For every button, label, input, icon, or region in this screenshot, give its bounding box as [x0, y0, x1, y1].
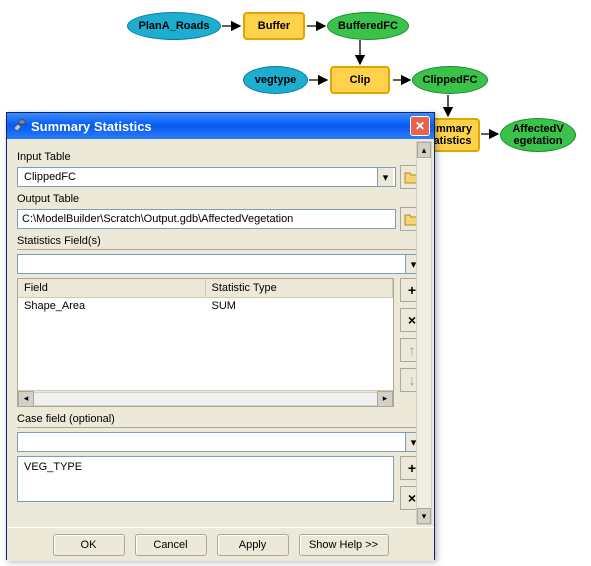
button-bar: OK Cancel Apply Show Help >> [7, 527, 434, 561]
tool-icon [11, 118, 27, 134]
arrow-down-icon: ↓ [409, 372, 416, 388]
scroll-down-icon[interactable]: ▾ [417, 508, 431, 524]
horizontal-scrollbar[interactable]: ◂ ▸ [18, 390, 393, 406]
case-field-list[interactable]: VEG_TYPE [17, 456, 394, 502]
stat-fields-label: Statistics Field(s) [17, 235, 424, 247]
output-table-label: Output Table [17, 193, 424, 205]
x-icon: × [408, 490, 416, 506]
table-row[interactable]: Shape_Area SUM [18, 298, 393, 316]
case-field-label: Case field (optional) [17, 413, 424, 425]
output-table-field[interactable]: C:\ModelBuilder\Scratch\Output.gdb\Affec… [17, 209, 396, 229]
vertical-scrollbar[interactable]: ▴ ▾ [416, 141, 432, 525]
summary-statistics-dialog: Summary Statistics ✕ Input Table Clipped… [6, 112, 435, 560]
apply-button[interactable]: Apply [217, 534, 289, 556]
scroll-left-icon[interactable]: ◂ [18, 391, 34, 407]
stat-fields-grid[interactable]: Field Statistic Type Shape_Area SUM ◂ ▸ [17, 278, 394, 407]
scroll-up-icon[interactable]: ▴ [417, 142, 431, 158]
node-bufferedfc[interactable]: BufferedFC [327, 12, 409, 40]
cancel-button[interactable]: Cancel [135, 534, 207, 556]
close-icon: ✕ [415, 119, 425, 133]
x-icon: × [408, 312, 416, 328]
grid-header-type[interactable]: Statistic Type [206, 279, 394, 297]
case-field-combo[interactable]: ▾ [17, 432, 424, 452]
show-help-button[interactable]: Show Help >> [299, 534, 389, 556]
arrow-up-icon: ↑ [409, 342, 416, 358]
scroll-right-icon[interactable]: ▸ [377, 391, 393, 407]
node-clippedfc[interactable]: ClippedFC [412, 66, 488, 94]
grid-header-field[interactable]: Field [18, 279, 206, 297]
list-item[interactable]: VEG_TYPE [24, 461, 387, 473]
dialog-title: Summary Statistics [31, 119, 152, 134]
titlebar[interactable]: Summary Statistics ✕ [7, 113, 434, 139]
node-clip[interactable]: Clip [330, 66, 390, 94]
stat-field-combo[interactable]: ▾ [17, 254, 424, 274]
node-vegtype[interactable]: vegtype [243, 66, 308, 94]
dialog-content: Input Table ClippedFC ▾ Output Table C:\… [7, 139, 434, 527]
node-buffer[interactable]: Buffer [243, 12, 305, 40]
input-table-combo[interactable]: ClippedFC ▾ [17, 167, 396, 187]
plus-icon: + [408, 460, 416, 476]
chevron-down-icon[interactable]: ▾ [377, 168, 393, 186]
input-table-label: Input Table [17, 151, 424, 163]
node-plana-roads[interactable]: PlanA_Roads [127, 12, 221, 40]
separator [17, 249, 424, 250]
node-affected-vegetation[interactable]: AffectedV egetation [500, 118, 576, 152]
close-button[interactable]: ✕ [410, 116, 430, 136]
separator [17, 427, 424, 428]
ok-button[interactable]: OK [53, 534, 125, 556]
plus-icon: + [408, 282, 416, 298]
